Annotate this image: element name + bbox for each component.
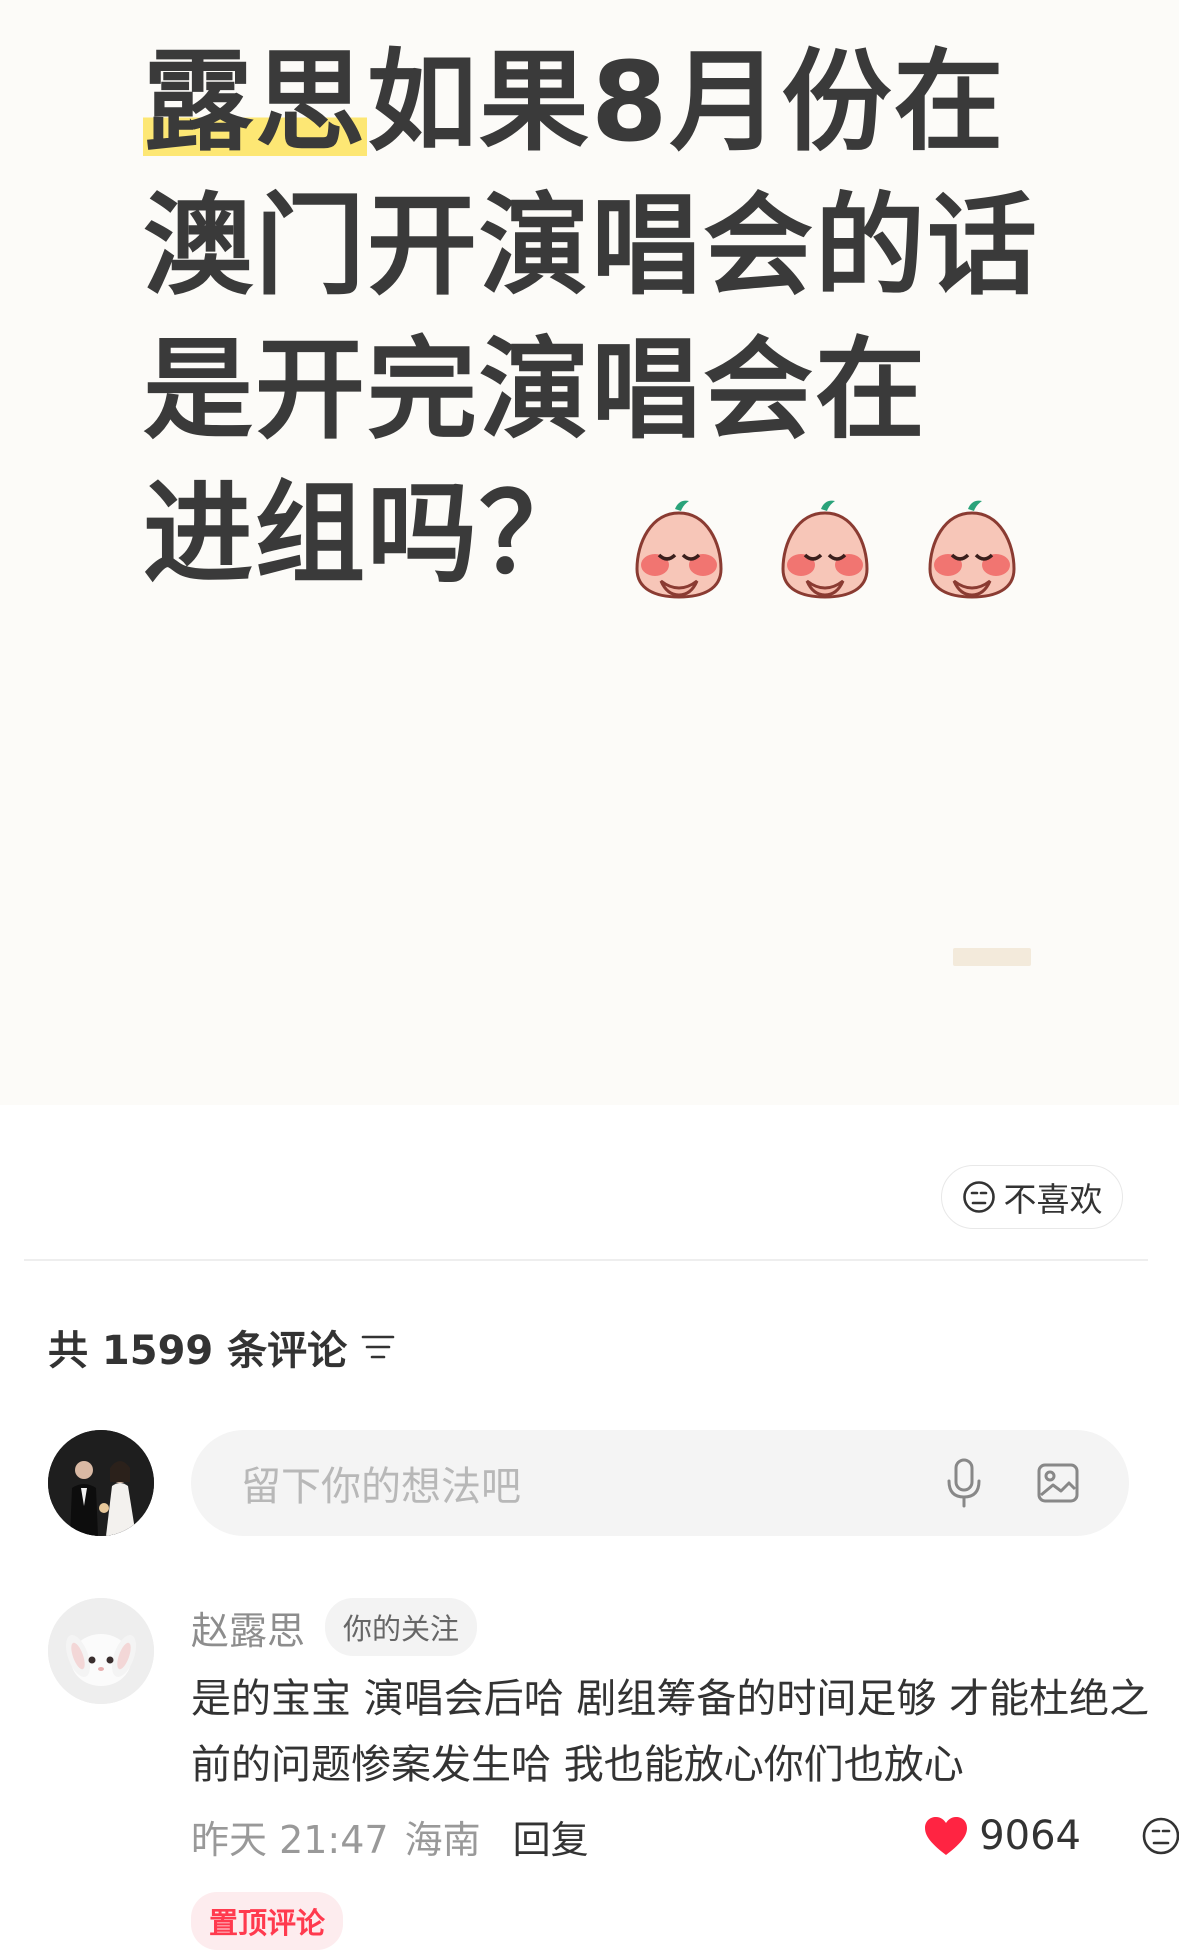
comment-meta: 昨天 21:47 海南 回复 9064 [191,1806,1179,1866]
comment-text: 是的宝宝 演唱会后哈 剧组筹备的时间足够 才能杜绝之前的问题惨案发生哈 我也能放… [191,1676,1150,1788]
sort-icon[interactable] [361,1333,395,1361]
following-badge: 你的关注 [325,1598,478,1656]
divider [24,1259,1148,1261]
title-line-4: 进组吗？ [143,470,591,598]
comment-time: 昨天 21:47 [191,1817,389,1862]
comment-input-placeholder: 留下你的想法吧 [241,1464,521,1510]
title-line-2: 澳门开演唱会的话 [143,182,1039,310]
my-avatar[interactable] [48,1430,154,1536]
shy-peach-emoji-icon [635,501,723,599]
comment-body: 赵露思 你的关注 是的宝宝 演唱会后哈 剧组筹备的时间足够 才能杜绝之前的问题惨… [191,1598,1179,1950]
comments-header[interactable]: 共 1599 条评论 [48,1318,395,1376]
comments-count: 共 1599 条评论 [48,1328,348,1374]
post-card: 露思如果8月份在 澳门开演唱会的话 是开完演唱会在 进组吗？ [0,0,1179,1105]
shy-peach-emoji-icon [928,501,1016,599]
comment-input[interactable]: 留下你的想法吧 [191,1430,1129,1536]
like-group: 9064 [923,1813,1179,1859]
microphone-icon[interactable] [941,1457,987,1509]
bunny-avatar-image [48,1598,154,1704]
comment-author-avatar[interactable] [48,1598,154,1704]
emoji-face-icon[interactable] [1141,1816,1179,1856]
dislike-button[interactable]: 不喜欢 [941,1165,1123,1229]
post-title: 露思如果8月份在 澳门开演唱会的话 是开完演唱会在 进组吗？ [143,30,1043,614]
sad-face-icon [962,1181,995,1213]
heart-icon[interactable] [923,1815,969,1857]
post-tag-mark [953,948,1031,966]
dislike-label: 不喜欢 [1003,1180,1103,1219]
image-icon[interactable] [1035,1457,1081,1509]
reply-button[interactable]: 回复 [513,1809,589,1864]
emoji-row [631,470,1030,614]
like-count: 9064 [979,1813,1081,1859]
comment-location: 海南 [404,1817,481,1862]
pinned-comment-badge: 置顶评论 [191,1892,344,1950]
title-highlight: 露思 [143,38,367,166]
avatar-image [48,1430,154,1536]
title-line-3: 是开完演唱会在 [143,326,927,454]
title-line-1: 如果8月份在 [367,38,1006,166]
comment-author-name[interactable]: 赵露思 [191,1600,305,1655]
shy-peach-emoji-icon [781,501,869,599]
